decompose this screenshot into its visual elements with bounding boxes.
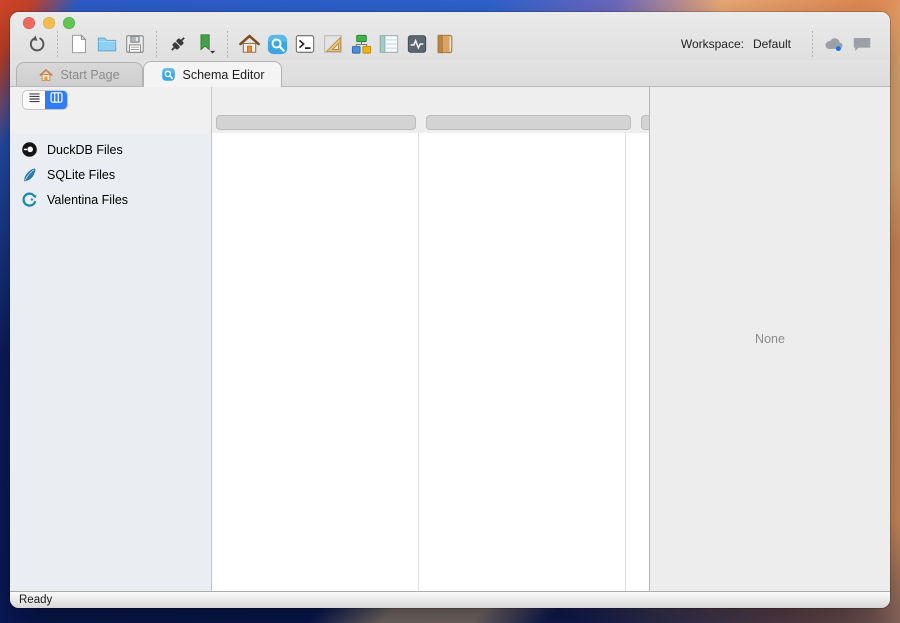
sidebar-item-label: SQLite Files	[47, 168, 115, 182]
report-table-icon	[378, 33, 400, 55]
tab-label: Start Page	[60, 68, 119, 82]
save-button[interactable]	[121, 31, 149, 57]
diagram-button[interactable]	[347, 31, 375, 57]
cloud-icon	[822, 33, 846, 55]
browser-column-2[interactable]	[419, 133, 626, 591]
document-tabbar: Start Page Schema Editor	[10, 60, 890, 87]
browser-column-3[interactable]	[626, 133, 649, 591]
sources-sidebar: DuckDB Files SQLite Files Valentina File…	[10, 87, 212, 591]
toolbar-separator	[156, 31, 157, 57]
sidebar-item-sqlite-files[interactable]: SQLite Files	[10, 162, 211, 187]
status-text: Ready	[19, 594, 52, 606]
open-folder-button[interactable]	[93, 31, 121, 57]
workspace-selector[interactable]: Default	[753, 37, 791, 51]
workspace-label: Workspace:	[681, 37, 744, 51]
toolbar: Workspace: Default	[10, 28, 890, 60]
undo-button[interactable]	[22, 31, 50, 57]
bookmark-icon	[195, 33, 217, 55]
sidebar-item-label: DuckDB Files	[47, 143, 123, 157]
sql-terminal-button[interactable]	[291, 31, 319, 57]
toolbar-separator	[57, 31, 58, 57]
schema-editor-button[interactable]	[263, 31, 291, 57]
tab-label: Schema Editor	[183, 68, 265, 82]
cloud-button[interactable]	[820, 31, 848, 57]
undo-icon	[26, 34, 47, 55]
column-view-button[interactable]	[45, 91, 67, 109]
inspector-panel: None	[649, 87, 890, 591]
save-icon	[124, 33, 146, 55]
list-view-button[interactable]	[23, 91, 45, 109]
connect-button[interactable]	[164, 31, 192, 57]
documentation-button[interactable]	[431, 31, 459, 57]
toolbar-separator	[812, 31, 813, 57]
column-header	[216, 115, 416, 130]
diagram-icon	[350, 33, 373, 56]
window-chrome: Workspace: Default	[10, 12, 890, 60]
new-file-button[interactable]	[65, 31, 93, 57]
column-browser	[212, 87, 649, 591]
home-icon	[39, 68, 53, 82]
sidebar-item-label: Valentina Files	[47, 193, 128, 207]
home-button[interactable]	[235, 31, 263, 57]
feedback-button[interactable]	[848, 31, 876, 57]
list-view-icon	[27, 90, 42, 110]
tab-start-page[interactable]: Start Page	[16, 62, 143, 86]
column-view-icon	[49, 90, 64, 110]
column-header	[426, 115, 631, 130]
open-folder-icon	[96, 33, 118, 55]
terminal-icon	[294, 33, 316, 55]
app-window: Workspace: Default Start Page Schema Edi…	[10, 12, 890, 608]
report-button[interactable]	[375, 31, 403, 57]
schema-editor-icon	[266, 33, 289, 56]
browser-column-1[interactable]	[212, 133, 419, 591]
valentina-icon	[20, 191, 38, 208]
column-header	[641, 115, 649, 130]
book-icon	[434, 33, 456, 55]
schema-editor-icon	[161, 67, 176, 82]
bookmarks-button[interactable]	[192, 31, 220, 57]
file-source-list: DuckDB Files SQLite Files Valentina File…	[10, 133, 211, 591]
sql-monitor-button[interactable]	[403, 31, 431, 57]
forms-button[interactable]	[319, 31, 347, 57]
toolbar-separator	[227, 31, 228, 57]
duckdb-icon	[20, 141, 38, 158]
view-mode-switch	[22, 90, 68, 110]
sidebar-item-duckdb-files[interactable]: DuckDB Files	[10, 137, 211, 162]
sidebar-toolbar	[10, 87, 211, 133]
main-area: DuckDB Files SQLite Files Valentina File…	[10, 87, 890, 591]
sidebar-item-valentina-files[interactable]: Valentina Files	[10, 187, 211, 212]
new-file-icon	[68, 33, 90, 55]
tab-schema-editor[interactable]: Schema Editor	[143, 61, 282, 87]
speech-bubble-icon	[851, 33, 873, 55]
home-icon	[238, 33, 261, 56]
pulse-monitor-icon	[406, 33, 428, 55]
column-browser-body	[212, 133, 649, 591]
column-header-row	[212, 87, 649, 133]
forms-ruler-icon	[322, 33, 344, 55]
inspector-empty-text: None	[755, 332, 785, 346]
sqlite-icon	[20, 167, 38, 183]
status-bar: Ready	[10, 591, 890, 608]
connect-icon	[167, 33, 189, 55]
